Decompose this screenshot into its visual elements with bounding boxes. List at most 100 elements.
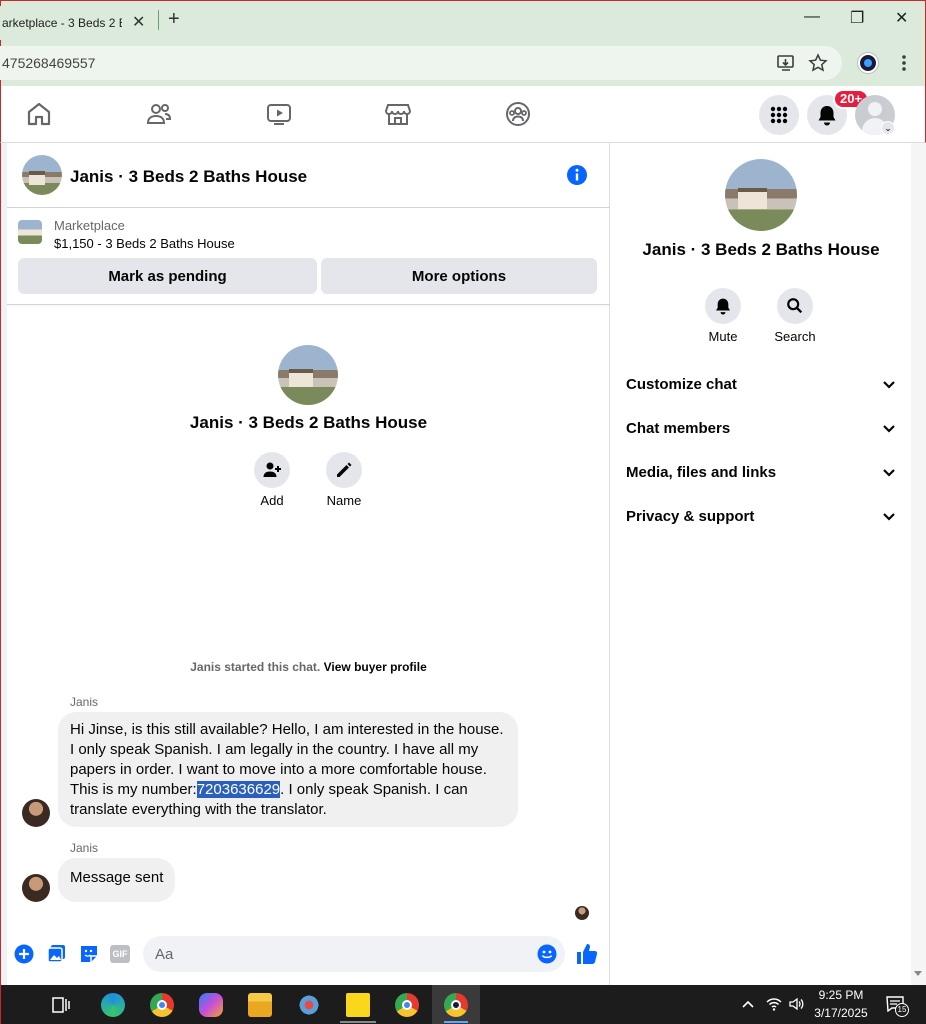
listing-price-title[interactable]: $1,150 - 3 Beds 2 Baths House — [54, 236, 235, 251]
section-label: Privacy & support — [626, 508, 755, 525]
minimize-button[interactable]: — — [804, 8, 820, 26]
search-label: Search — [774, 329, 816, 344]
name-label: Name — [326, 493, 362, 508]
watch-video-icon[interactable] — [265, 100, 293, 128]
account-chevron-icon[interactable]: ⌄ — [881, 121, 895, 135]
wifi-icon[interactable] — [766, 996, 782, 1012]
search-in-chat-button[interactable] — [777, 288, 813, 324]
copilot-icon[interactable] — [199, 993, 223, 1017]
file-explorer-icon[interactable] — [248, 993, 272, 1017]
url-text: 475268469557 — [2, 55, 96, 71]
chat-started-notice: Janis started this chat. View buyer prof… — [7, 660, 610, 674]
started-text: Janis started this chat. — [190, 660, 321, 674]
phone-number-highlight: 7203636629 — [196, 781, 281, 798]
task-view-icon[interactable] — [52, 996, 70, 1014]
search-icon — [787, 298, 803, 314]
new-tab-button[interactable]: + — [168, 8, 180, 31]
edit-name-button[interactable] — [326, 452, 362, 488]
info-panel-photo — [725, 159, 797, 231]
info-icon[interactable] — [566, 164, 588, 186]
message-sender: Janis — [70, 841, 99, 855]
browser-tab[interactable]: arketplace - 3 Beds 2 Ba ✕ — [0, 6, 156, 40]
chat-header-title[interactable]: Janis · 3 Beds 2 Baths House — [70, 167, 307, 187]
sender-avatar[interactable] — [22, 799, 50, 827]
privacy-support-row[interactable]: Privacy & support — [626, 508, 896, 525]
mark-as-pending-button[interactable]: Mark as pending — [18, 258, 317, 294]
clock-time[interactable]: 9:25 PM — [810, 988, 872, 1002]
chrome-profile-icon[interactable] — [395, 993, 419, 1017]
listing-thumbnail[interactable] — [18, 220, 42, 244]
mute-label: Mute — [708, 329, 738, 344]
chat-profile-name: Janis · 3 Beds 2 Baths House — [189, 413, 428, 432]
message-text: Message sent — [70, 869, 164, 886]
message-bubble[interactable]: Hi Jinse, is this still available? Hello… — [58, 712, 518, 827]
media-files-links-row[interactable]: Media, files and links — [626, 464, 896, 481]
tab-close-icon[interactable]: ✕ — [132, 12, 145, 32]
install-app-icon[interactable] — [776, 53, 796, 73]
customize-chat-row[interactable]: Customize chat — [626, 376, 896, 393]
browser-menu-icon[interactable] — [896, 53, 912, 73]
notification-count-badge: 15 — [895, 1003, 909, 1017]
info-panel-name: Janis · 3 Beds 2 Baths House — [642, 240, 880, 259]
scroll-down-arrow-icon[interactable] — [913, 968, 923, 978]
sticker-icon[interactable] — [79, 944, 99, 964]
chrome-active-icon[interactable] — [444, 993, 468, 1017]
tray-chevron-up-icon[interactable] — [741, 998, 755, 1010]
chat-header-avatar[interactable] — [22, 155, 62, 195]
tab-separator — [158, 10, 159, 30]
chrome-icon[interactable] — [150, 993, 174, 1017]
add-person-icon — [263, 462, 281, 477]
seen-receipt-avatar — [575, 906, 589, 920]
clock-date[interactable]: 3/17/2025 — [810, 1006, 872, 1020]
left-edge — [0, 143, 7, 985]
chevron-down-icon — [883, 512, 895, 521]
section-label: Customize chat — [626, 376, 737, 393]
message-bubble[interactable]: Message sent — [58, 858, 176, 902]
chat-members-row[interactable]: Chat members — [626, 420, 896, 437]
edge-browser-icon[interactable] — [101, 993, 125, 1017]
add-people-button[interactable] — [254, 452, 290, 488]
like-thumb-icon[interactable] — [575, 942, 599, 966]
home-icon[interactable] — [25, 100, 53, 128]
header-divider — [7, 207, 610, 208]
section-label: Media, files and links — [626, 464, 777, 481]
active-indicator — [340, 1021, 376, 1023]
bell-icon — [818, 106, 836, 126]
view-buyer-profile-link[interactable]: View buyer profile — [324, 660, 427, 674]
composer-placeholder: Aa — [155, 945, 174, 963]
paint-icon[interactable] — [297, 993, 321, 1017]
sender-avatar[interactable] — [22, 874, 50, 902]
chevron-down-icon — [883, 424, 895, 433]
bookmark-star-icon[interactable] — [808, 53, 828, 73]
profile-avatar-icon[interactable] — [858, 53, 878, 73]
address-bar[interactable]: 475268469557 — [0, 46, 842, 80]
page-scrollbar[interactable] — [911, 143, 926, 985]
emoji-icon[interactable] — [537, 944, 557, 964]
add-label: Add — [260, 493, 284, 508]
chat-profile-photo — [278, 345, 338, 405]
chevron-down-icon — [883, 380, 895, 389]
section-label: Chat members — [626, 420, 731, 437]
volume-icon[interactable] — [788, 996, 804, 1012]
photo-attach-icon[interactable] — [47, 944, 67, 964]
grid-icon — [770, 106, 788, 124]
bell-icon — [716, 298, 730, 315]
chevron-down-icon — [883, 468, 895, 477]
listing-divider — [7, 304, 610, 305]
sticky-notes-icon[interactable] — [346, 993, 370, 1017]
close-window-button[interactable]: ✕ — [895, 8, 908, 28]
active-indicator — [444, 1021, 468, 1023]
more-options-button[interactable]: More options — [321, 258, 597, 294]
groups-icon[interactable] — [504, 100, 532, 128]
restore-button[interactable]: ❐ — [850, 8, 864, 28]
friends-icon[interactable] — [145, 100, 173, 128]
gif-button[interactable]: GIF — [110, 945, 130, 963]
message-input[interactable]: Aa — [143, 936, 565, 972]
menu-grid-button[interactable] — [759, 95, 799, 135]
tab-title: arketplace - 3 Beds 2 Ba — [2, 16, 122, 30]
mute-button[interactable] — [705, 288, 741, 324]
plus-circle-icon[interactable] — [14, 944, 34, 964]
marketplace-label: Marketplace — [54, 218, 125, 233]
pencil-icon — [337, 462, 352, 477]
marketplace-icon[interactable] — [384, 100, 412, 128]
